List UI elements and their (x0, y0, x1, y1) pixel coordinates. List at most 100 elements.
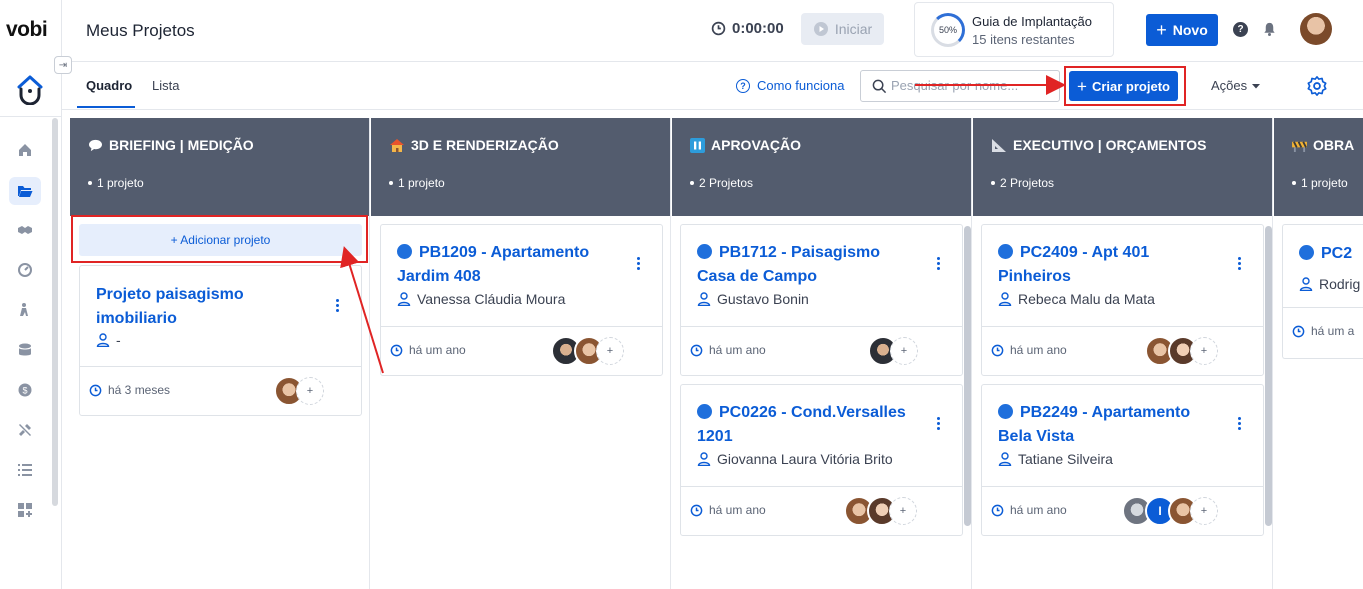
clock-icon (1292, 325, 1305, 337)
card-time: há um ano (390, 343, 466, 357)
start-timer-label: Iniciar (834, 21, 873, 37)
page-title: Meus Projetos (86, 21, 195, 40)
card-members[interactable]: I + (1122, 496, 1218, 526)
status-dot (998, 404, 1013, 419)
kebab-menu-icon[interactable] (1237, 417, 1241, 430)
how-it-works-link[interactable]: ? Como funciona (736, 78, 844, 93)
gauge-icon[interactable] (9, 256, 41, 284)
project-card[interactable]: Projeto paisagismo imobiliario - há 3 me… (79, 265, 362, 416)
project-card-title[interactable]: PC0226 - Cond.Versalles 1201 (697, 401, 917, 449)
project-card-title[interactable]: PC2 (1299, 242, 1363, 266)
home-icon[interactable] (9, 136, 41, 164)
help-icon[interactable]: ? (1233, 22, 1248, 37)
add-member-button[interactable]: + (889, 497, 917, 525)
project-card-title[interactable]: Projeto paisagismo imobiliario (96, 283, 316, 331)
project-card-title[interactable]: PB1712 - Paisagismo Casa de Campo (697, 241, 917, 289)
column-count: 1 projeto (1292, 176, 1348, 190)
column-title: EXECUTIVO | ORÇAMENTOS (991, 137, 1206, 153)
handshake-icon[interactable] (9, 216, 41, 244)
tools-icon[interactable] (9, 416, 41, 444)
triangle-ruler-icon (992, 138, 1006, 152)
folder-open-icon[interactable] (9, 177, 41, 205)
add-project-button[interactable]: + Adicionar projeto (79, 224, 362, 256)
actions-dropdown[interactable]: Ações (1211, 78, 1261, 93)
status-dot (697, 404, 712, 419)
svg-text:$: $ (22, 386, 27, 396)
implementation-guide[interactable]: 50% Guia de Implantação 15 itens restant… (914, 2, 1114, 57)
column-title: OBRA (1292, 137, 1354, 153)
project-card-title[interactable]: PB1209 - Apartamento Jardim 408 (397, 241, 617, 289)
card-members[interactable]: + (844, 496, 917, 526)
column-count: 2 Projetos (690, 176, 753, 190)
app-logo[interactable]: vobi (6, 18, 48, 42)
add-member-button[interactable]: + (296, 377, 324, 405)
column-header: APROVAÇÃO 2 Projetos (672, 118, 971, 216)
project-card[interactable]: PB1209 - Apartamento Jardim 408 Vanessa … (380, 224, 663, 376)
create-project-button[interactable]: + Criar projeto (1069, 71, 1178, 101)
kebab-menu-icon[interactable] (1237, 257, 1241, 270)
dollar-coin-icon[interactable]: $ (9, 376, 41, 404)
collapse-sidebar-icon[interactable]: ⇥ (54, 56, 72, 74)
kebab-menu-icon[interactable] (936, 417, 940, 430)
project-card-title[interactable]: PC2409 - Apt 401 Pinheiros (998, 241, 1218, 289)
kebab-menu-icon[interactable] (936, 257, 940, 270)
project-card[interactable]: PC0226 - Cond.Versalles 1201 Giovanna La… (680, 384, 963, 536)
gear-icon[interactable] (1306, 75, 1328, 102)
kebab-menu-icon[interactable] (636, 257, 640, 270)
user-icon (697, 292, 711, 306)
rail-scrollbar[interactable] (52, 118, 58, 506)
database-icon[interactable] (9, 336, 41, 364)
worker-icon[interactable] (9, 296, 41, 324)
card-footer: há um ano + (982, 326, 1263, 375)
user-icon (998, 452, 1012, 466)
search-input[interactable] (891, 78, 1041, 93)
project-card-title[interactable]: PB2249 - Apartamento Bela Vista (998, 401, 1218, 449)
card-time: há um ano (991, 503, 1067, 517)
card-footer: há um ano + (381, 326, 662, 375)
column-header: 3D E RENDERIZAÇÃO 1 projeto (371, 118, 670, 216)
bell-icon[interactable] (1262, 21, 1277, 42)
organization-logo-icon[interactable] (11, 70, 49, 108)
new-button[interactable]: + Novo (1146, 14, 1218, 46)
project-card[interactable]: PB1712 - Paisagismo Casa de Campo Gustav… (680, 224, 963, 376)
card-footer: há um ano + (681, 486, 962, 535)
tab-quadro[interactable]: Quadro (86, 78, 132, 93)
column-title: APROVAÇÃO (690, 137, 801, 153)
card-members[interactable]: + (551, 336, 624, 366)
project-owner: Vanessa Cláudia Moura (397, 291, 565, 307)
search-box[interactable] (860, 70, 1060, 102)
clock-icon (991, 344, 1004, 356)
add-widget-icon[interactable] (9, 496, 41, 524)
guide-title: Guia de Implantação (972, 14, 1092, 29)
card-members[interactable]: + (1145, 336, 1218, 366)
status-dot (397, 244, 412, 259)
add-member-button[interactable]: + (596, 337, 624, 365)
play-icon (813, 22, 828, 36)
user-avatar[interactable] (1300, 13, 1332, 45)
list-icon[interactable] (9, 456, 41, 484)
card-members[interactable]: + (868, 336, 918, 366)
pause-icon (690, 137, 705, 153)
card-time: há um ano (690, 503, 766, 517)
card-footer: há 3 meses + (80, 366, 361, 415)
project-card[interactable]: PC2 Rodrig há um a (1282, 224, 1363, 359)
tab-lista[interactable]: Lista (152, 78, 179, 93)
status-dot (697, 244, 712, 259)
timer: 0:00:00 (711, 20, 784, 37)
add-member-button[interactable]: + (1190, 497, 1218, 525)
project-card[interactable]: PC2409 - Apt 401 Pinheiros Rebeca Malu d… (981, 224, 1264, 376)
card-members[interactable]: + (274, 376, 324, 406)
start-timer-button[interactable]: Iniciar (801, 13, 884, 45)
column-title: BRIEFING | MEDIÇÃO (88, 137, 254, 153)
add-member-button[interactable]: + (890, 337, 918, 365)
column-count: 1 projeto (88, 176, 144, 190)
column-scrollbar[interactable] (964, 226, 971, 526)
clock-icon (89, 384, 102, 396)
column-scrollbar[interactable] (1265, 226, 1272, 526)
project-card[interactable]: PB2249 - Apartamento Bela Vista Tatiane … (981, 384, 1264, 536)
user-icon (697, 452, 711, 466)
kebab-menu-icon[interactable] (335, 299, 339, 312)
add-member-button[interactable]: + (1190, 337, 1218, 365)
column-count: 1 projeto (389, 176, 445, 190)
user-icon (998, 292, 1012, 306)
